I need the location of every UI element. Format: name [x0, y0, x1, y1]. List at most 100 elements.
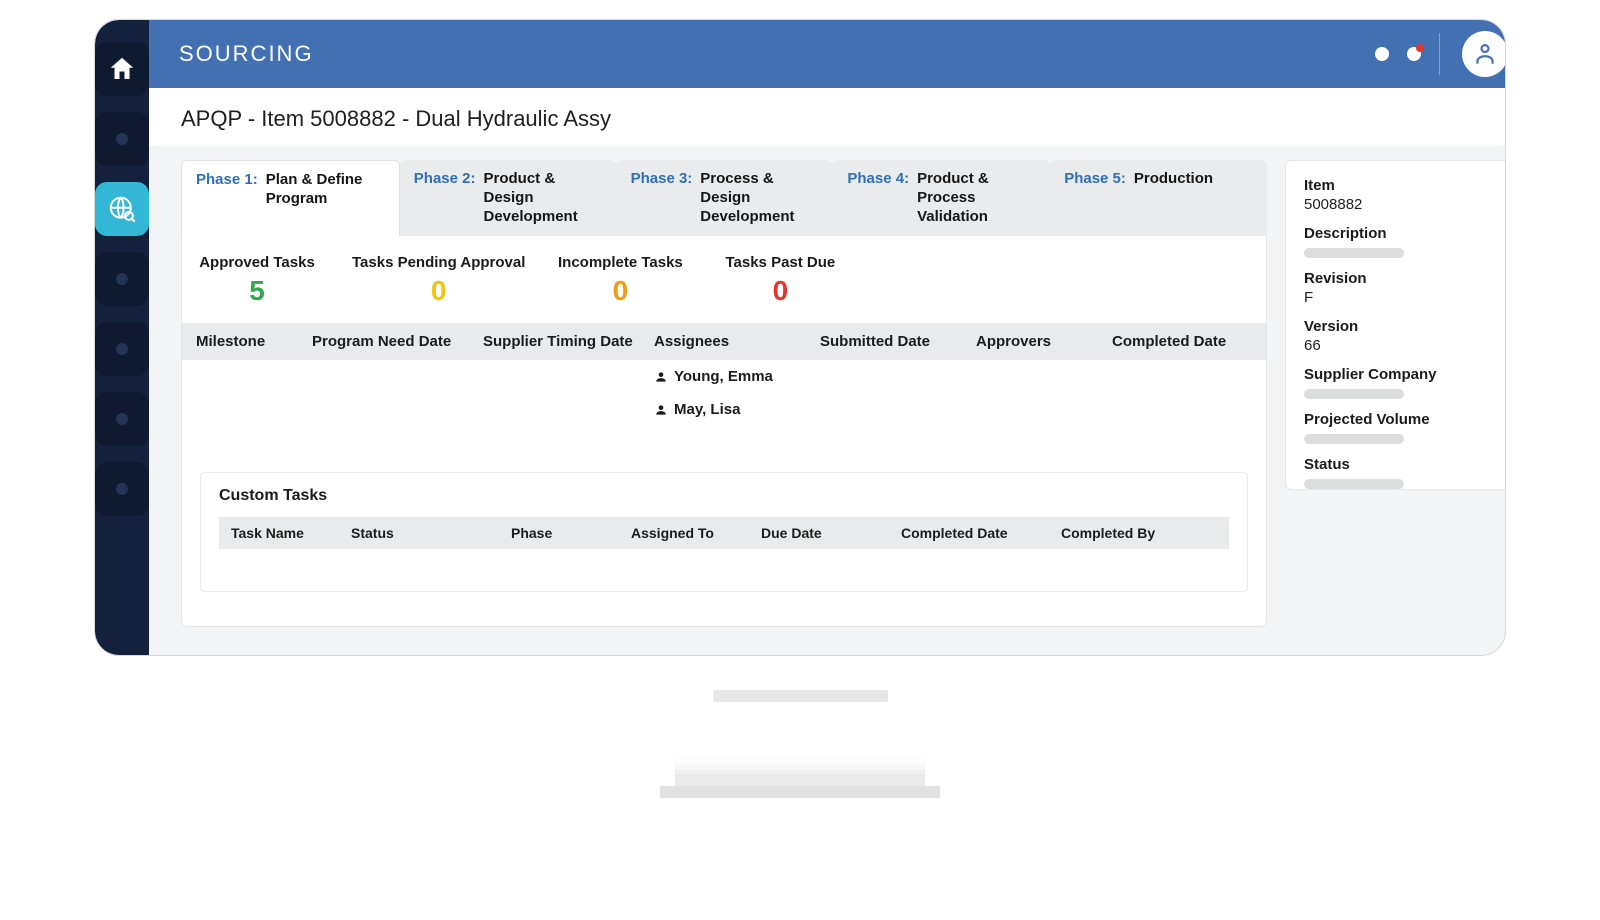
field-status: Status	[1304, 456, 1501, 489]
field-description: Description	[1304, 225, 1501, 258]
tab-phase-1[interactable]: Phase 1: Plan & Define Program	[181, 160, 400, 236]
tab-phase-2[interactable]: Phase 2: Product & Design Development	[400, 160, 617, 236]
field-label: Revision	[1304, 270, 1501, 287]
nav-item-6[interactable]	[95, 392, 149, 446]
milestone-table: Milestone Program Need Date Supplier Tim…	[182, 323, 1266, 458]
kpi-approved: Approved Tasks 5	[192, 254, 322, 307]
kpi-label: Approved Tasks	[192, 254, 322, 271]
user-avatar[interactable]	[1462, 31, 1505, 77]
home-icon	[107, 54, 137, 84]
placeholder	[1304, 479, 1404, 489]
person-icon	[654, 370, 668, 384]
col-approvers: Approvers	[976, 333, 1106, 350]
kpi-value: 5	[192, 275, 322, 307]
col-supplier-date: Supplier Timing Date	[483, 333, 648, 350]
tab-phase-5[interactable]: Phase 5: Production	[1050, 160, 1267, 236]
placeholder	[1304, 434, 1404, 444]
placeholder	[1304, 389, 1404, 399]
kpi-label: Tasks Pending Approval	[352, 254, 525, 271]
assignee-name: Young, Emma	[674, 368, 773, 385]
col-completed: Completed Date	[1112, 333, 1252, 350]
col-milestone: Milestone	[196, 333, 306, 350]
field-value: 5008882	[1304, 196, 1501, 213]
tab-prefix: Phase 3:	[631, 170, 693, 189]
col-due-date: Due Date	[761, 525, 901, 541]
nav-dot-icon	[116, 273, 128, 285]
table-row[interactable]: May, Lisa	[182, 393, 1266, 426]
col-phase: Phase	[511, 525, 631, 541]
monitor-stand-graphic	[660, 690, 940, 798]
field-label: Description	[1304, 225, 1501, 242]
col-submitted: Submitted Date	[820, 333, 970, 350]
custom-tasks-title: Custom Tasks	[219, 487, 1229, 505]
field-supplier-company: Supplier Company	[1304, 366, 1501, 399]
assignee-name: May, Lisa	[674, 401, 740, 418]
status-indicator-alert[interactable]	[1407, 47, 1421, 61]
kpi-label: Tasks Past Due	[715, 254, 845, 271]
person-icon	[1472, 41, 1498, 67]
nav-rail	[95, 20, 149, 655]
field-version: Version 66	[1304, 318, 1501, 354]
custom-tasks-header: Task Name Status Phase Assigned To Due D…	[219, 517, 1229, 549]
top-header: SOURCING	[149, 20, 1505, 88]
kpi-incomplete: Incomplete Tasks 0	[555, 254, 685, 307]
tab-prefix: Phase 5:	[1064, 170, 1126, 189]
application-window: SOURCING APQP - Item 5008882 - Dual Hydr…	[95, 20, 1505, 655]
table-row[interactable]	[182, 426, 1266, 442]
nav-dot-icon	[116, 133, 128, 145]
item-details-card: Item 5008882 Description Revision F Vers…	[1285, 160, 1505, 490]
custom-tasks-row[interactable]	[219, 549, 1229, 561]
person-icon	[654, 403, 668, 417]
tab-label: Product & Process Validation	[917, 170, 1032, 226]
globe-search-icon	[107, 194, 137, 224]
field-label: Supplier Company	[1304, 366, 1501, 383]
kpi-value: 0	[715, 275, 845, 307]
field-value: 66	[1304, 337, 1501, 354]
col-completed-by: Completed By	[1061, 525, 1211, 541]
field-value: F	[1304, 289, 1501, 306]
tab-label: Product & Design Development	[484, 170, 599, 226]
tab-prefix: Phase 2:	[414, 170, 476, 189]
table-row[interactable]: Young, Emma	[182, 360, 1266, 393]
nav-dot-icon	[116, 413, 128, 425]
placeholder	[1304, 248, 1404, 258]
nav-item-4[interactable]	[95, 252, 149, 306]
field-revision: Revision F	[1304, 270, 1501, 306]
nav-home[interactable]	[95, 42, 149, 96]
field-projected-volume: Projected Volume	[1304, 411, 1501, 444]
nav-dot-icon	[116, 343, 128, 355]
table-row[interactable]	[182, 442, 1266, 458]
kpi-value: 0	[352, 275, 525, 307]
status-indicator-1[interactable]	[1375, 47, 1389, 61]
col-assignees: Assignees	[654, 333, 814, 350]
nav-sourcing[interactable]	[95, 182, 149, 236]
field-item: Item 5008882	[1304, 177, 1501, 213]
custom-tasks-panel: Custom Tasks Task Name Status Phase Assi…	[200, 472, 1248, 592]
header-divider	[1439, 33, 1440, 75]
phase-panel: Approved Tasks 5 Tasks Pending Approval …	[181, 236, 1267, 627]
col-task-name: Task Name	[231, 525, 351, 541]
tab-label: Process & Design Development	[700, 170, 815, 226]
tab-prefix: Phase 1:	[196, 171, 258, 190]
nav-item-5[interactable]	[95, 322, 149, 376]
col-assigned-to: Assigned To	[631, 525, 761, 541]
field-label: Projected Volume	[1304, 411, 1501, 428]
field-label: Version	[1304, 318, 1501, 335]
nav-item-7[interactable]	[95, 462, 149, 516]
tab-label: Plan & Define Program	[266, 171, 381, 209]
nav-dot-icon	[116, 483, 128, 495]
module-title: SOURCING	[179, 41, 314, 67]
phase-tabs: Phase 1: Plan & Define Program Phase 2: …	[181, 160, 1267, 236]
nav-item-2[interactable]	[95, 112, 149, 166]
tab-label: Production	[1134, 170, 1213, 189]
table-header: Milestone Program Need Date Supplier Tim…	[182, 323, 1266, 360]
col-program-date: Program Need Date	[312, 333, 477, 350]
kpi-pending: Tasks Pending Approval 0	[352, 254, 525, 307]
tab-phase-4[interactable]: Phase 4: Product & Process Validation	[833, 160, 1050, 236]
assignee-cell: May, Lisa	[654, 401, 814, 418]
col-status: Status	[351, 525, 511, 541]
tab-phase-3[interactable]: Phase 3: Process & Design Development	[617, 160, 834, 236]
field-label: Status	[1304, 456, 1501, 473]
kpi-pastdue: Tasks Past Due 0	[715, 254, 845, 307]
field-label: Item	[1304, 177, 1501, 194]
